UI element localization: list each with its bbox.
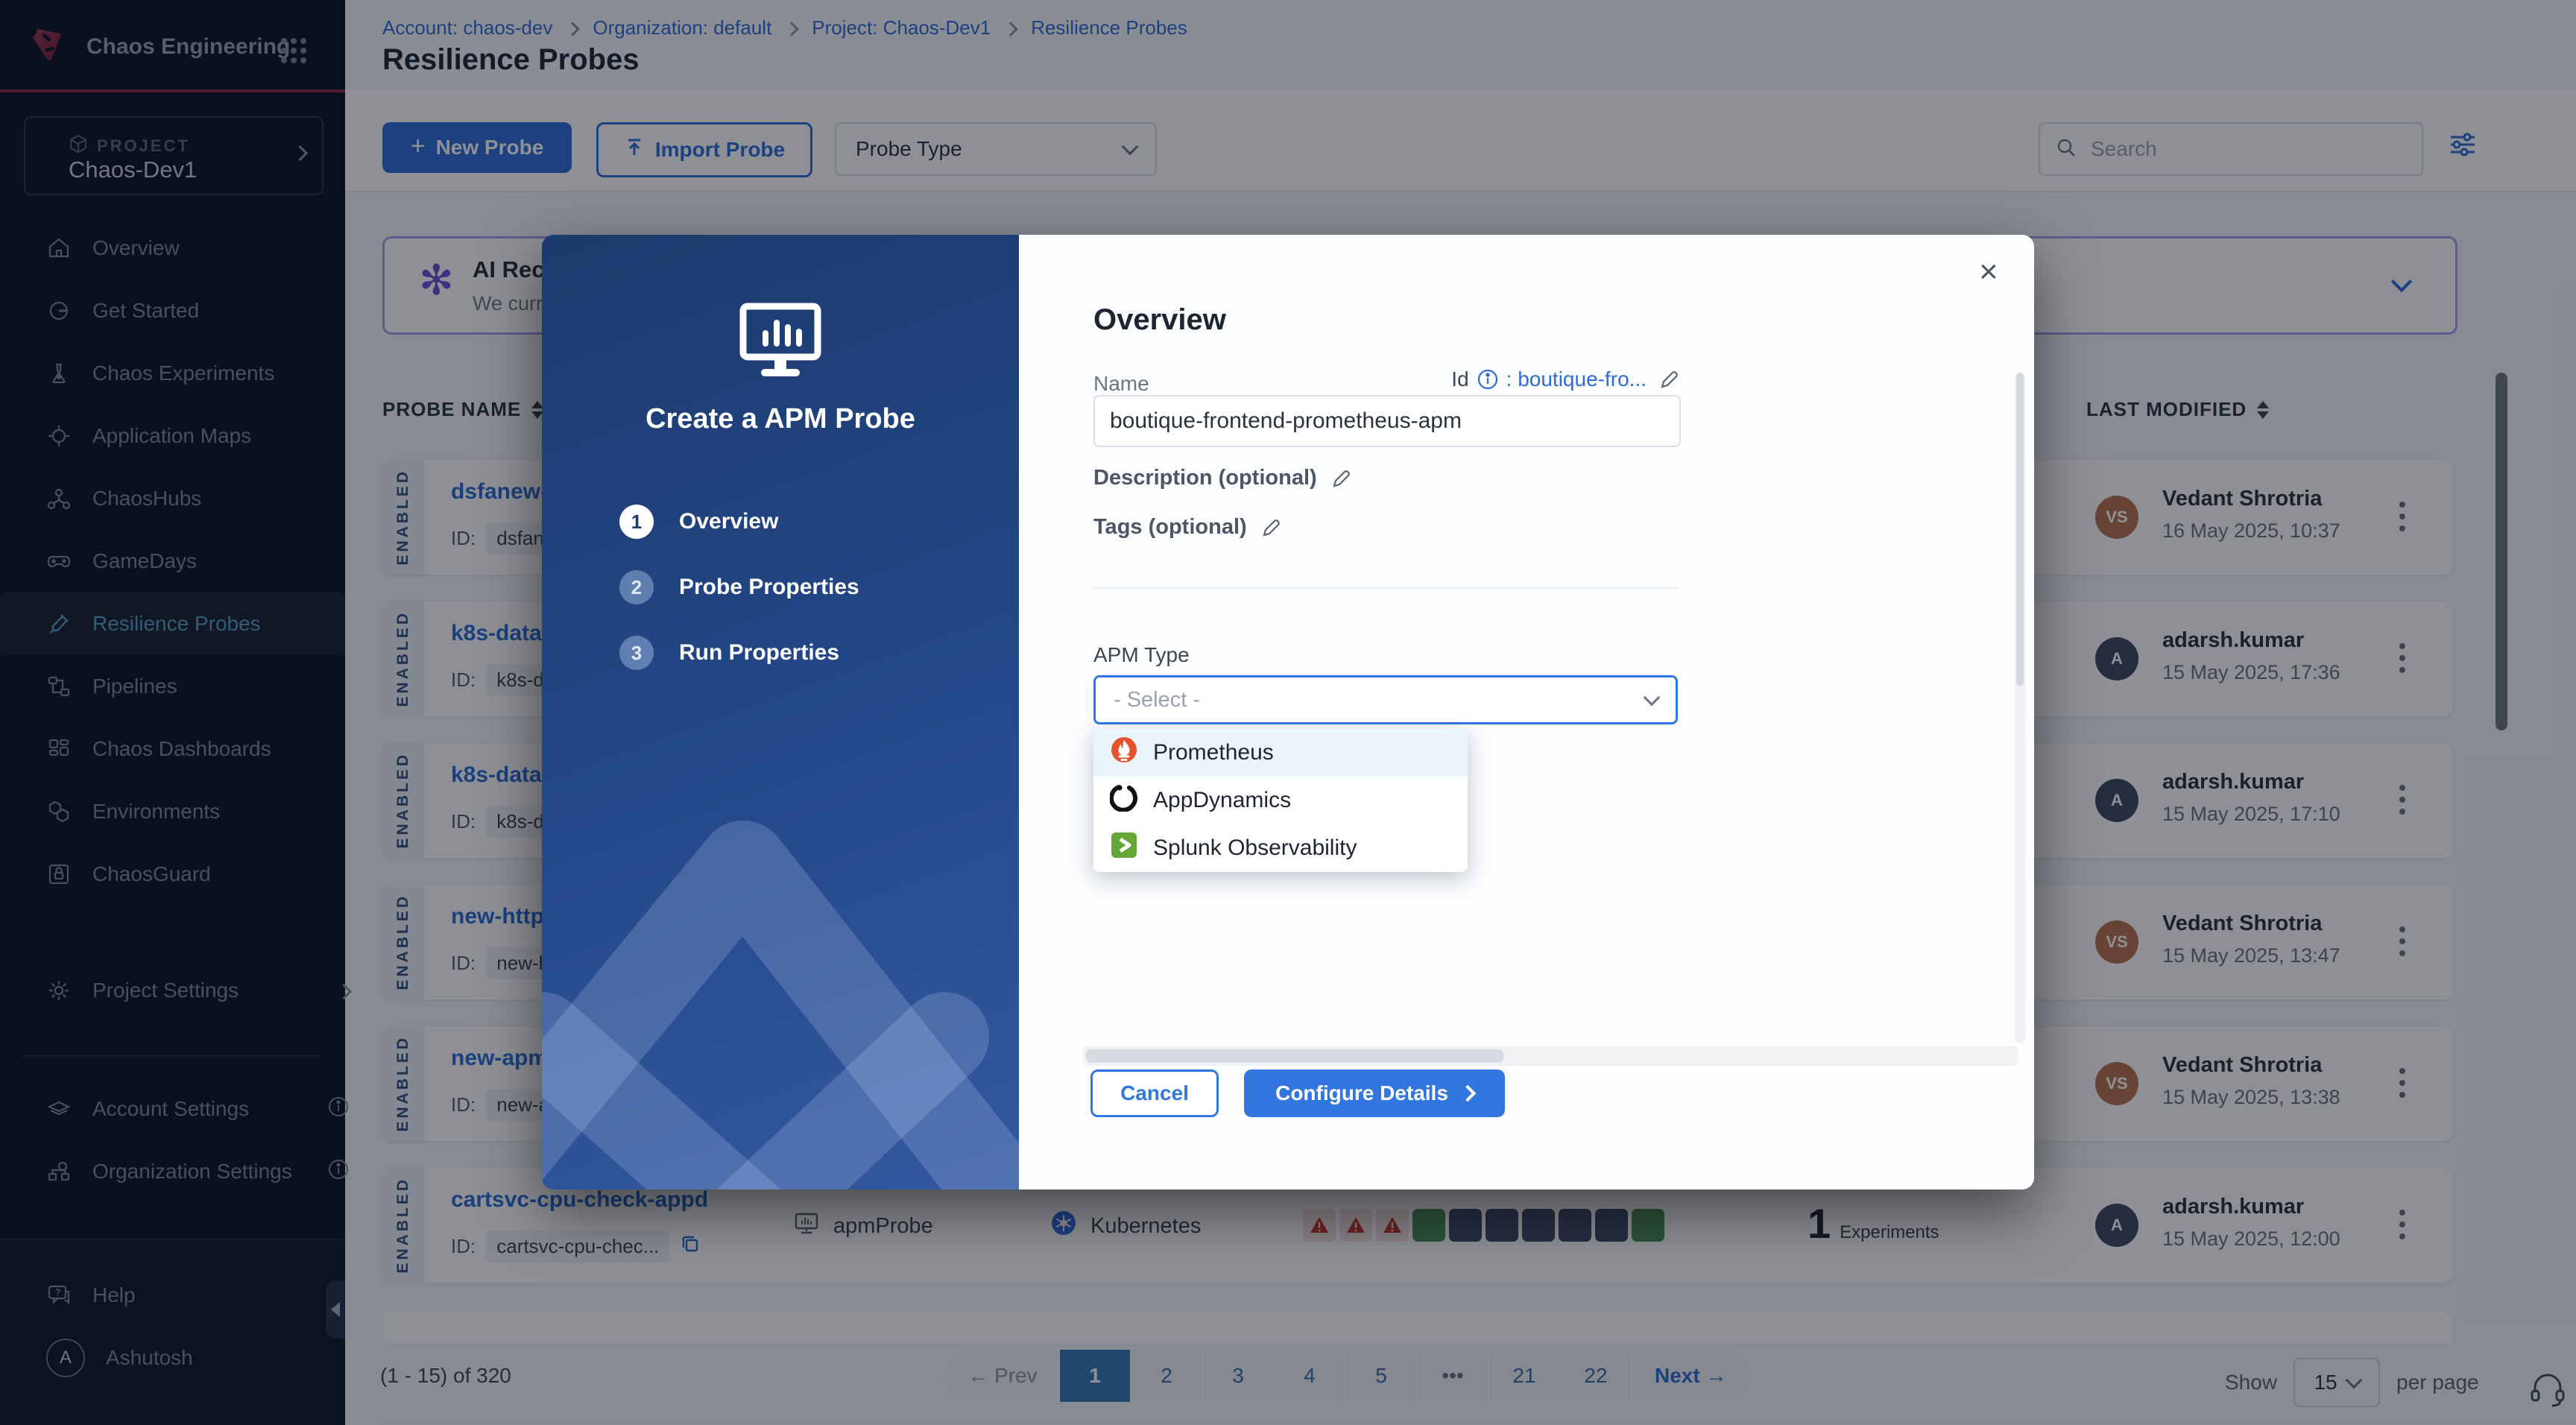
configure-details-button[interactable]: Configure Details — [1244, 1069, 1505, 1117]
chevron-right-icon — [1459, 1085, 1477, 1102]
cancel-button[interactable]: Cancel — [1090, 1069, 1219, 1117]
splunk-icon — [1110, 831, 1138, 865]
apm-type-select[interactable]: - Select - — [1093, 675, 1678, 724]
wizard-title: Create a APM Probe — [542, 403, 1019, 435]
harness-watermark — [542, 753, 1019, 1189]
modal-scrollbar[interactable] — [2015, 373, 2025, 1043]
info-icon[interactable] — [1477, 368, 1499, 391]
step-overview[interactable]: 1 Overview — [619, 505, 859, 539]
probe-id-value[interactable]: : boutique-fro... — [1506, 367, 1647, 391]
edit-pencil-icon[interactable] — [1658, 368, 1681, 391]
probe-id-row: Id : boutique-fro... — [1093, 367, 1681, 391]
modal-heading: Overview — [1093, 303, 1226, 337]
apm-type-label: APM Type — [1093, 643, 1190, 667]
chaos-engineering-app: Chaos Engineering PROJECT Chaos-Dev1 — [0, 0, 2576, 1425]
step-run-properties[interactable]: 3 Run Properties — [619, 636, 859, 670]
modal-content: × Overview Name Id : boutique-fro... Des… — [1019, 235, 2034, 1189]
step-probe-properties[interactable]: 2 Probe Properties — [619, 570, 859, 604]
appdynamics-icon — [1110, 783, 1138, 818]
wizard-steps: 1 Overview 2 Probe Properties 3 Run Prop… — [619, 505, 859, 670]
apm-type-dropdown: Prometheus AppDynamics Splunk Observabil… — [1093, 729, 1468, 872]
modal-footer: Cancel Configure Details — [1090, 1069, 1505, 1117]
chevron-down-icon — [1644, 689, 1661, 707]
wizard-panel: Create a APM Probe 1 Overview 2 Probe Pr… — [542, 235, 1019, 1189]
option-prometheus[interactable]: Prometheus — [1093, 729, 1468, 777]
close-icon[interactable]: × — [1979, 256, 1998, 288]
tags-label: Tags (optional) — [1093, 515, 1283, 540]
apm-monitor-icon — [736, 300, 825, 386]
create-apm-probe-modal: Create a APM Probe 1 Overview 2 Probe Pr… — [542, 235, 2034, 1189]
option-splunk-observability[interactable]: Splunk Observability — [1093, 824, 1468, 872]
probe-name-input[interactable] — [1093, 395, 1681, 447]
description-label: Description (optional) — [1093, 466, 1353, 490]
option-appdynamics[interactable]: AppDynamics — [1093, 777, 1468, 824]
section-divider — [1093, 587, 1678, 589]
prometheus-icon — [1110, 736, 1138, 770]
edit-pencil-icon[interactable] — [1260, 516, 1283, 539]
modal-horizontal-scrollbar[interactable] — [1083, 1046, 2018, 1066]
edit-pencil-icon[interactable] — [1330, 467, 1353, 490]
